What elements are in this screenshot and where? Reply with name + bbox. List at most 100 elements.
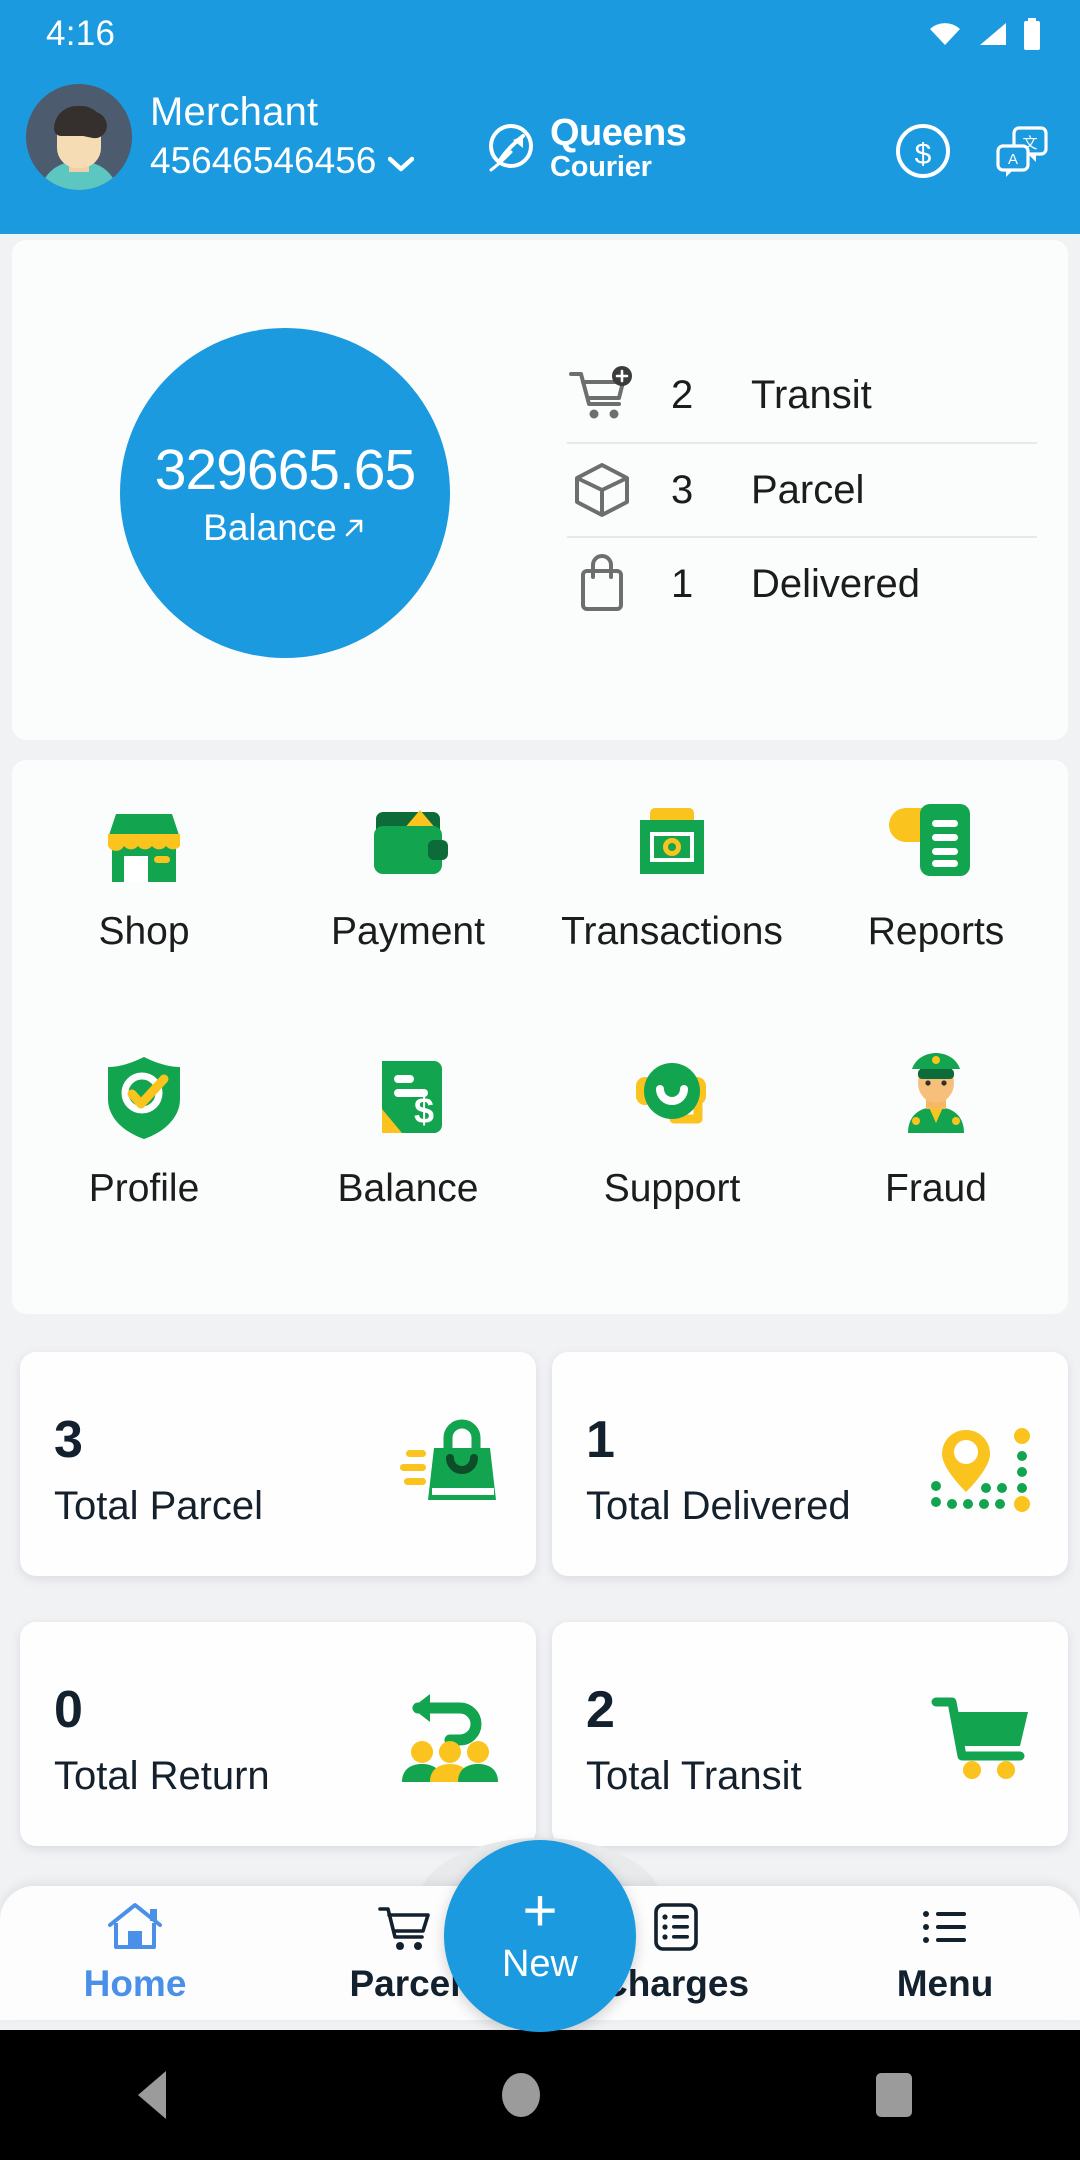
brand-name-line1: Queens <box>550 112 687 154</box>
return-people-icon <box>402 1694 498 1782</box>
parcel-stats-list: 2 Transit 3 Parcel 1 Delivered <box>567 348 1037 630</box>
android-system-nav <box>0 2030 1080 2160</box>
nav-label: Parcel <box>349 1963 461 2004</box>
menu-label: Payment <box>331 910 485 953</box>
menu-item-profile[interactable]: Profile <box>12 1047 276 1304</box>
stat-label: Parcel <box>751 467 865 512</box>
document-icon <box>889 804 970 876</box>
stat-card-total-delivered[interactable]: 1 Total Delivered <box>552 1352 1068 1576</box>
new-parcel-fab[interactable]: + New <box>444 1840 636 2032</box>
balance-card: 329665.65 Balance 2 Transit 3 Parcel 1 D… <box>12 240 1068 740</box>
menu-label: Shop <box>98 910 190 953</box>
stat-card-value: 2 <box>586 1681 615 1739</box>
svg-text:$: $ <box>414 1090 434 1131</box>
menu-item-transactions[interactable]: Transactions <box>540 790 804 1047</box>
menu-item-shop[interactable]: Shop <box>12 790 276 1047</box>
invoice-dollar-icon: $ <box>382 1061 442 1133</box>
shopping-bag-icon <box>581 554 623 611</box>
nav-item-menu[interactable]: Menu <box>810 1901 1080 2005</box>
map-route-icon <box>931 1428 1030 1512</box>
menu-label: Support <box>603 1167 741 1210</box>
stat-card-label: Total Parcel <box>54 1484 263 1528</box>
menu-item-balance[interactable]: $ Balance <box>276 1047 540 1304</box>
account-name: Merchant <box>150 90 319 134</box>
menu-label: Reports <box>867 910 1005 953</box>
app-bar: Merchant 45646546456 Queens Courier $ 文 … <box>0 62 1080 234</box>
phone-screen: 4:16 Merchant 45646546456 Queens Courier… <box>0 0 1080 2160</box>
shopping-cart-icon <box>931 1697 1028 1779</box>
status-bar-icons <box>928 18 1042 50</box>
list-box-icon <box>654 1903 698 1951</box>
list-icon <box>923 1911 966 1943</box>
stat-card-label: Total Transit <box>586 1754 802 1798</box>
stat-row-delivered[interactable]: 1 Delivered <box>567 536 1037 630</box>
stat-card-total-return[interactable]: 0 Total Return <box>20 1622 536 1846</box>
balance-amount: 329665.65 <box>154 438 416 502</box>
balance-label: Balance <box>203 507 337 548</box>
stat-count: 3 <box>671 467 694 512</box>
nav-label: Menu <box>896 1963 994 2004</box>
currency-icon[interactable]: $ <box>894 122 952 180</box>
account-selector[interactable]: Merchant 45646546456 <box>150 88 450 184</box>
stat-card-value: 1 <box>586 1411 615 1469</box>
balance-circle[interactable]: 329665.65 Balance <box>120 328 450 658</box>
signal-icon <box>980 23 1006 45</box>
svg-text:A: A <box>1008 151 1018 168</box>
status-bar: 4:16 <box>0 0 1080 62</box>
account-id: 45646546456 <box>150 140 377 181</box>
stat-card-total-transit[interactable]: 2 Total Transit <box>552 1622 1068 1846</box>
menu-item-payment[interactable]: Payment <box>276 790 540 1047</box>
plus-icon: + <box>522 1876 558 1944</box>
stat-card-label: Total Delivered <box>586 1484 851 1528</box>
avatar[interactable] <box>26 84 132 190</box>
nav-label: Home <box>83 1963 187 2004</box>
battery-icon <box>1024 18 1040 50</box>
brand-name-line2: Courier <box>550 151 652 183</box>
delivery-bag-icon <box>400 1419 496 1500</box>
app-header: 4:16 Merchant 45646546456 Queens Courier… <box>0 0 1080 234</box>
banknote-icon <box>640 808 704 874</box>
menu-item-fraud[interactable]: Fraud <box>804 1047 1068 1304</box>
box-icon <box>575 463 629 517</box>
avatar-hair-fringe <box>78 109 110 141</box>
chevron-down-icon[interactable] <box>388 156 415 172</box>
android-recents-icon[interactable] <box>876 2073 912 2117</box>
stat-row-parcel[interactable]: 3 Parcel <box>567 442 1037 536</box>
menu-label: Profile <box>88 1167 200 1210</box>
queens-courier-logo-icon <box>489 124 533 172</box>
cart-plus-icon <box>569 366 632 419</box>
shop-icon <box>108 814 180 882</box>
translate-icon[interactable]: 文 A <box>992 122 1050 180</box>
stat-label: Delivered <box>751 561 920 606</box>
stat-card-value: 0 <box>54 1681 83 1739</box>
menu-label: Fraud <box>885 1167 987 1210</box>
stat-card-label: Total Return <box>54 1754 270 1798</box>
wallet-icon <box>374 810 448 874</box>
android-home-icon[interactable] <box>502 2073 540 2117</box>
status-bar-clock: 4:16 <box>46 14 116 53</box>
quick-menu-grid: Shop Payment Transactions Reports Profil… <box>12 760 1068 1314</box>
menu-item-support[interactable]: Support <box>540 1047 804 1304</box>
home-icon <box>108 1903 162 1949</box>
police-officer-icon <box>908 1053 964 1133</box>
stat-card-total-parcel[interactable]: 3 Total Parcel <box>20 1352 536 1576</box>
stat-row-transit[interactable]: 2 Transit <box>567 348 1037 442</box>
android-back-icon[interactable] <box>138 2071 166 2119</box>
svg-text:$: $ <box>915 138 932 171</box>
headset-icon <box>636 1063 706 1124</box>
fab-label: New <box>501 1942 579 1985</box>
stat-count: 2 <box>671 372 694 417</box>
stat-card-value: 3 <box>54 1411 83 1469</box>
cart-icon <box>378 1907 430 1950</box>
menu-label: Balance <box>337 1167 479 1210</box>
arrow-up-right-icon <box>345 519 363 537</box>
stat-label: Transit <box>751 372 872 417</box>
nav-item-home[interactable]: Home <box>0 1901 270 2005</box>
wifi-icon <box>930 23 960 45</box>
menu-label: Transactions <box>561 910 783 953</box>
menu-item-reports[interactable]: Reports <box>804 790 1068 1047</box>
stat-count: 1 <box>671 561 694 606</box>
header-actions: $ 文 A <box>894 122 1050 180</box>
shield-check-icon <box>108 1057 180 1139</box>
brand-logo: Queens Courier <box>485 112 687 183</box>
